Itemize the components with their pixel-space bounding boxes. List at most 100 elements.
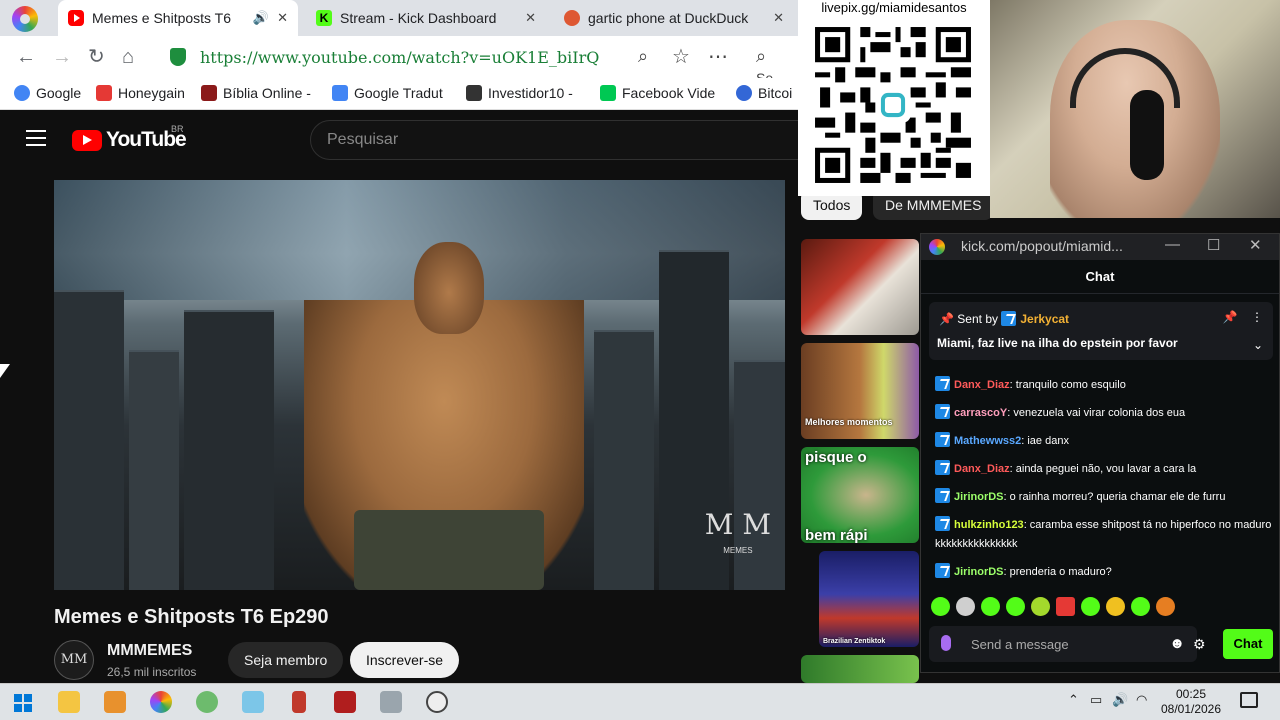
calculator-icon[interactable] [292, 691, 306, 713]
chat-popout-window: kick.com/popout/miamid... — ☐ ✕ Chat 📌 S… [920, 233, 1280, 673]
back-icon[interactable]: ← [16, 46, 36, 68]
channel-watermark: M M MEMES [704, 508, 771, 556]
home-icon[interactable]: ⌂ [122, 46, 134, 68]
chevron-down-icon[interactable]: ⌄ [1253, 338, 1263, 352]
search-input[interactable]: Pesquisar [310, 120, 800, 160]
recommended-thumbnail[interactable] [801, 239, 919, 335]
bookmark-bitcoin[interactable]: Bitcoi [736, 85, 792, 101]
emote-icon[interactable] [1056, 597, 1075, 616]
tab-youtube[interactable]: Memes e Shitposts T6 🔊 ✕ [58, 0, 298, 36]
youtube-icon [68, 10, 84, 26]
bookmark-honeygain[interactable]: Honeygain [96, 85, 185, 101]
zoom-icon[interactable]: ⌕ [638, 46, 648, 67]
url-text[interactable]: https://www.youtube.com/watch?v=uOK1E_bi… [200, 48, 599, 67]
emote-icon[interactable] [1031, 597, 1050, 616]
pin-options-icon[interactable]: 📌 ⋮ [1223, 310, 1263, 324]
youtube-logo[interactable]: YouTube [72, 128, 187, 152]
google-icon [14, 85, 30, 101]
file-explorer-icon[interactable] [58, 691, 80, 713]
bookmark-google[interactable]: Google [14, 85, 81, 101]
emote-icon[interactable] [931, 597, 950, 616]
address-bar[interactable]: https://www.youtube.com/watch?v=uOK1E_bi… [160, 40, 780, 86]
emoji-icon[interactable]: ☻ [1169, 635, 1185, 652]
hamburger-menu-icon[interactable] [26, 130, 46, 146]
media-player-icon[interactable] [104, 691, 126, 713]
star-icon[interactable]: ☆ [672, 44, 690, 69]
recommended-thumbnail[interactable]: pisque o bem rápi [801, 447, 919, 543]
investidor-icon [466, 85, 482, 101]
emote-icon[interactable] [1006, 597, 1025, 616]
system-clock[interactable]: 00:25 08/01/2026 [1156, 687, 1226, 717]
device-icon[interactable]: ▭ [1090, 692, 1102, 708]
webcam-feed [990, 0, 1280, 218]
subscribe-button[interactable]: Inscrever-se [350, 642, 460, 678]
reload-icon[interactable]: ↻ [88, 46, 105, 68]
bitcoin-icon [736, 85, 752, 101]
close-icon[interactable]: ✕ [773, 10, 784, 26]
chevron-up-icon[interactable]: ⌃ [1068, 692, 1079, 708]
wifi-icon[interactable]: ◠ [1136, 692, 1147, 708]
recommended-thumbnail[interactable] [801, 655, 919, 683]
emote-icon[interactable] [1131, 597, 1150, 616]
browser-logo-icon [929, 239, 945, 255]
chat-message: JirinorDS: o rainha morreu? queria chama… [935, 488, 1275, 507]
chat-message-input[interactable] [971, 634, 1151, 654]
kick-icon: K [316, 10, 332, 26]
verified-badge-icon [1001, 311, 1017, 326]
emote-icon[interactable] [1156, 597, 1175, 616]
app-icon[interactable] [242, 691, 264, 713]
bookmark-biblia[interactable]: Bíblia Online - [201, 85, 311, 101]
youtube-header: YouTube BR Pesquisar [0, 110, 800, 170]
qr-url-text: livepix.gg/miamidesantos [821, 0, 967, 15]
app-icon[interactable] [380, 691, 402, 713]
emote-icon[interactable] [981, 597, 1000, 616]
emote-icon[interactable] [1081, 597, 1100, 616]
flash-icon[interactable] [334, 691, 356, 713]
tab-kick[interactable]: K Stream - Kick Dashboard ✕ [306, 0, 546, 36]
facebook-video-icon [600, 85, 616, 101]
recommended-thumbnail[interactable]: Brazilian Zentiktok [819, 551, 919, 647]
forward-icon[interactable]: → [52, 46, 72, 68]
verified-badge-icon [935, 432, 950, 447]
chat-message: carrascoY: venezuela vai virar colonia d… [935, 404, 1275, 423]
channel-name[interactable]: MMMEMES [107, 642, 192, 660]
verified-badge-icon [935, 488, 950, 503]
recommended-thumbnail[interactable]: Melhores momentos [801, 343, 919, 439]
duckduckgo-icon [564, 10, 580, 26]
bookmark-facebook[interactable]: Facebook Vide [600, 85, 715, 101]
translate-icon [332, 85, 348, 101]
emote-icon[interactable] [1106, 597, 1125, 616]
youtube-play-icon [72, 129, 102, 151]
close-icon[interactable]: ✕ [525, 10, 536, 26]
emote-icon[interactable] [956, 597, 975, 616]
chat-message: Mathewwss2: iae danx [935, 432, 1275, 451]
bookmark-investidor10[interactable]: Investidor10 - [466, 85, 573, 101]
pinned-message[interactable]: 📌 Sent by Jerkycat Miami, faz live na il… [929, 302, 1273, 360]
more-icon[interactable]: ⋯ [708, 44, 728, 69]
minimize-icon[interactable]: — [1165, 236, 1180, 253]
bookmark-google-translate[interactable]: Google Tradut [332, 85, 443, 101]
obs-icon[interactable] [426, 691, 448, 713]
settings-gear-icon[interactable]: ⚙ [1193, 636, 1206, 653]
tab-duckduckgo[interactable]: gartic phone at DuckDuck ✕ [554, 0, 794, 36]
join-button[interactable]: Seja membro [228, 642, 344, 678]
microphone-icon[interactable] [941, 635, 951, 651]
volume-icon[interactable]: 🔊 [1112, 692, 1128, 708]
bible-icon [201, 85, 217, 101]
maximize-icon[interactable]: ☐ [1207, 236, 1220, 254]
notification-icon[interactable] [1240, 692, 1258, 708]
video-player[interactable]: M M MEMES [54, 180, 785, 590]
app-icon[interactable] [196, 691, 218, 713]
send-chat-button[interactable]: Chat [1223, 629, 1273, 659]
windows-start-icon[interactable] [14, 694, 32, 712]
browser-logo-icon[interactable] [12, 6, 38, 32]
channel-avatar[interactable]: MM [54, 640, 94, 680]
chat-message: Danx_Diaz: ainda peguei não, vou lavar a… [935, 460, 1275, 479]
close-icon[interactable]: ✕ [277, 10, 288, 26]
browser-icon[interactable] [150, 691, 172, 713]
windows-taskbar: ⌃ ▭ 🔊 ◠ 00:25 08/01/2026 [0, 683, 1280, 720]
close-icon[interactable]: ✕ [1249, 236, 1262, 254]
speaker-icon[interactable]: 🔊 [253, 10, 269, 26]
chat-titlebar: kick.com/popout/miamid... — ☐ ✕ [921, 234, 1279, 260]
verified-badge-icon [935, 404, 950, 419]
